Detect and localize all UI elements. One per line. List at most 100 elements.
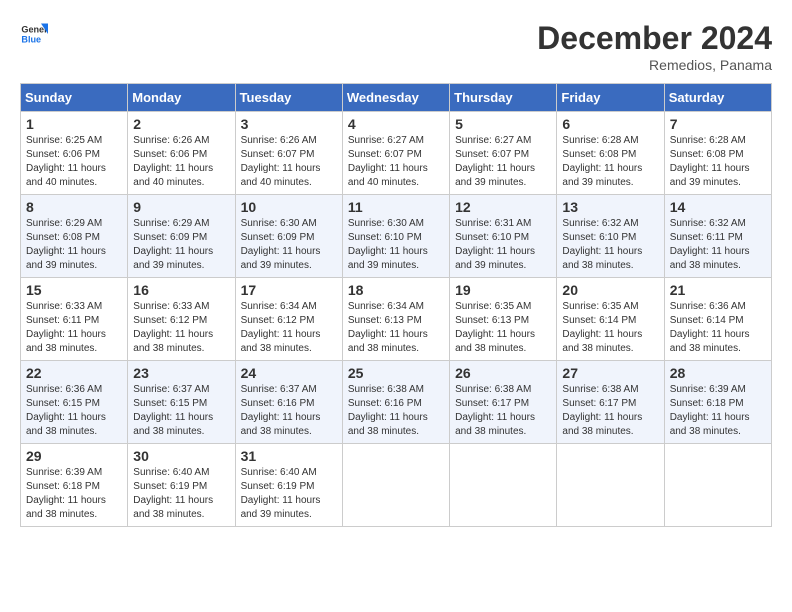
day-number: 19 xyxy=(455,282,551,298)
calendar-cell xyxy=(557,444,664,527)
calendar-cell xyxy=(664,444,771,527)
calendar-cell: 9 Sunrise: 6:29 AM Sunset: 6:09 PM Dayli… xyxy=(128,195,235,278)
day-info: Sunrise: 6:33 AM Sunset: 6:11 PM Dayligh… xyxy=(26,300,122,356)
calendar-cell: 5 Sunrise: 6:27 AM Sunset: 6:07 PM Dayli… xyxy=(450,112,557,195)
day-info: Sunrise: 6:33 AM Sunset: 6:12 PM Dayligh… xyxy=(133,300,229,356)
calendar-cell: 23 Sunrise: 6:37 AM Sunset: 6:15 PM Dayl… xyxy=(128,361,235,444)
day-info: Sunrise: 6:27 AM Sunset: 6:07 PM Dayligh… xyxy=(455,134,551,190)
day-info: Sunrise: 6:40 AM Sunset: 6:19 PM Dayligh… xyxy=(133,466,229,522)
day-info: Sunrise: 6:35 AM Sunset: 6:13 PM Dayligh… xyxy=(455,300,551,356)
header-friday: Friday xyxy=(557,84,664,112)
day-number: 17 xyxy=(241,282,337,298)
day-number: 22 xyxy=(26,365,122,381)
day-number: 6 xyxy=(562,116,658,132)
day-info: Sunrise: 6:38 AM Sunset: 6:17 PM Dayligh… xyxy=(562,383,658,439)
header-tuesday: Tuesday xyxy=(235,84,342,112)
title-area: December 2024 Remedios, Panama xyxy=(537,20,772,73)
calendar-header-row: SundayMondayTuesdayWednesdayThursdayFrid… xyxy=(21,84,772,112)
day-number: 28 xyxy=(670,365,766,381)
header-sunday: Sunday xyxy=(21,84,128,112)
svg-text:Blue: Blue xyxy=(21,34,41,44)
week-row-5: 29 Sunrise: 6:39 AM Sunset: 6:18 PM Dayl… xyxy=(21,444,772,527)
day-info: Sunrise: 6:38 AM Sunset: 6:17 PM Dayligh… xyxy=(455,383,551,439)
day-number: 9 xyxy=(133,199,229,215)
calendar-cell: 20 Sunrise: 6:35 AM Sunset: 6:14 PM Dayl… xyxy=(557,278,664,361)
day-info: Sunrise: 6:38 AM Sunset: 6:16 PM Dayligh… xyxy=(348,383,444,439)
calendar-cell: 19 Sunrise: 6:35 AM Sunset: 6:13 PM Dayl… xyxy=(450,278,557,361)
header-saturday: Saturday xyxy=(664,84,771,112)
calendar-cell: 25 Sunrise: 6:38 AM Sunset: 6:16 PM Dayl… xyxy=(342,361,449,444)
week-row-4: 22 Sunrise: 6:36 AM Sunset: 6:15 PM Dayl… xyxy=(21,361,772,444)
calendar-cell: 29 Sunrise: 6:39 AM Sunset: 6:18 PM Dayl… xyxy=(21,444,128,527)
day-number: 30 xyxy=(133,448,229,464)
day-number: 4 xyxy=(348,116,444,132)
week-row-3: 15 Sunrise: 6:33 AM Sunset: 6:11 PM Dayl… xyxy=(21,278,772,361)
day-info: Sunrise: 6:28 AM Sunset: 6:08 PM Dayligh… xyxy=(562,134,658,190)
calendar-cell: 2 Sunrise: 6:26 AM Sunset: 6:06 PM Dayli… xyxy=(128,112,235,195)
calendar-cell: 1 Sunrise: 6:25 AM Sunset: 6:06 PM Dayli… xyxy=(21,112,128,195)
day-number: 11 xyxy=(348,199,444,215)
calendar-cell: 16 Sunrise: 6:33 AM Sunset: 6:12 PM Dayl… xyxy=(128,278,235,361)
day-info: Sunrise: 6:27 AM Sunset: 6:07 PM Dayligh… xyxy=(348,134,444,190)
day-info: Sunrise: 6:31 AM Sunset: 6:10 PM Dayligh… xyxy=(455,217,551,273)
calendar-cell: 28 Sunrise: 6:39 AM Sunset: 6:18 PM Dayl… xyxy=(664,361,771,444)
day-number: 21 xyxy=(670,282,766,298)
day-info: Sunrise: 6:36 AM Sunset: 6:14 PM Dayligh… xyxy=(670,300,766,356)
day-number: 13 xyxy=(562,199,658,215)
calendar-cell: 15 Sunrise: 6:33 AM Sunset: 6:11 PM Dayl… xyxy=(21,278,128,361)
day-info: Sunrise: 6:32 AM Sunset: 6:10 PM Dayligh… xyxy=(562,217,658,273)
day-number: 25 xyxy=(348,365,444,381)
calendar-cell: 12 Sunrise: 6:31 AM Sunset: 6:10 PM Dayl… xyxy=(450,195,557,278)
logo: General Blue xyxy=(20,20,48,48)
month-title: December 2024 xyxy=(537,20,772,57)
calendar-cell: 14 Sunrise: 6:32 AM Sunset: 6:11 PM Dayl… xyxy=(664,195,771,278)
day-number: 3 xyxy=(241,116,337,132)
day-number: 1 xyxy=(26,116,122,132)
day-number: 7 xyxy=(670,116,766,132)
day-info: Sunrise: 6:37 AM Sunset: 6:16 PM Dayligh… xyxy=(241,383,337,439)
day-info: Sunrise: 6:29 AM Sunset: 6:08 PM Dayligh… xyxy=(26,217,122,273)
header-wednesday: Wednesday xyxy=(342,84,449,112)
calendar-cell xyxy=(342,444,449,527)
day-number: 5 xyxy=(455,116,551,132)
day-info: Sunrise: 6:36 AM Sunset: 6:15 PM Dayligh… xyxy=(26,383,122,439)
calendar-cell: 27 Sunrise: 6:38 AM Sunset: 6:17 PM Dayl… xyxy=(557,361,664,444)
header-monday: Monday xyxy=(128,84,235,112)
day-number: 31 xyxy=(241,448,337,464)
calendar-cell: 21 Sunrise: 6:36 AM Sunset: 6:14 PM Dayl… xyxy=(664,278,771,361)
calendar-cell: 30 Sunrise: 6:40 AM Sunset: 6:19 PM Dayl… xyxy=(128,444,235,527)
day-info: Sunrise: 6:30 AM Sunset: 6:10 PM Dayligh… xyxy=(348,217,444,273)
day-number: 24 xyxy=(241,365,337,381)
day-info: Sunrise: 6:34 AM Sunset: 6:12 PM Dayligh… xyxy=(241,300,337,356)
day-info: Sunrise: 6:40 AM Sunset: 6:19 PM Dayligh… xyxy=(241,466,337,522)
day-number: 2 xyxy=(133,116,229,132)
calendar-cell: 22 Sunrise: 6:36 AM Sunset: 6:15 PM Dayl… xyxy=(21,361,128,444)
logo-icon: General Blue xyxy=(20,20,48,48)
calendar-cell xyxy=(450,444,557,527)
calendar-cell: 7 Sunrise: 6:28 AM Sunset: 6:08 PM Dayli… xyxy=(664,112,771,195)
calendar-cell: 3 Sunrise: 6:26 AM Sunset: 6:07 PM Dayli… xyxy=(235,112,342,195)
day-info: Sunrise: 6:32 AM Sunset: 6:11 PM Dayligh… xyxy=(670,217,766,273)
page-header: General Blue December 2024 Remedios, Pan… xyxy=(20,20,772,73)
calendar-cell: 31 Sunrise: 6:40 AM Sunset: 6:19 PM Dayl… xyxy=(235,444,342,527)
day-info: Sunrise: 6:28 AM Sunset: 6:08 PM Dayligh… xyxy=(670,134,766,190)
calendar-cell: 6 Sunrise: 6:28 AM Sunset: 6:08 PM Dayli… xyxy=(557,112,664,195)
calendar-cell: 24 Sunrise: 6:37 AM Sunset: 6:16 PM Dayl… xyxy=(235,361,342,444)
day-info: Sunrise: 6:37 AM Sunset: 6:15 PM Dayligh… xyxy=(133,383,229,439)
header-thursday: Thursday xyxy=(450,84,557,112)
calendar-cell: 4 Sunrise: 6:27 AM Sunset: 6:07 PM Dayli… xyxy=(342,112,449,195)
week-row-1: 1 Sunrise: 6:25 AM Sunset: 6:06 PM Dayli… xyxy=(21,112,772,195)
day-number: 18 xyxy=(348,282,444,298)
day-info: Sunrise: 6:26 AM Sunset: 6:07 PM Dayligh… xyxy=(241,134,337,190)
week-row-2: 8 Sunrise: 6:29 AM Sunset: 6:08 PM Dayli… xyxy=(21,195,772,278)
day-number: 14 xyxy=(670,199,766,215)
day-number: 20 xyxy=(562,282,658,298)
calendar-cell: 10 Sunrise: 6:30 AM Sunset: 6:09 PM Dayl… xyxy=(235,195,342,278)
day-number: 29 xyxy=(26,448,122,464)
calendar-table: SundayMondayTuesdayWednesdayThursdayFrid… xyxy=(20,83,772,527)
location: Remedios, Panama xyxy=(537,57,772,73)
day-number: 10 xyxy=(241,199,337,215)
calendar-cell: 26 Sunrise: 6:38 AM Sunset: 6:17 PM Dayl… xyxy=(450,361,557,444)
calendar-cell: 13 Sunrise: 6:32 AM Sunset: 6:10 PM Dayl… xyxy=(557,195,664,278)
day-number: 12 xyxy=(455,199,551,215)
